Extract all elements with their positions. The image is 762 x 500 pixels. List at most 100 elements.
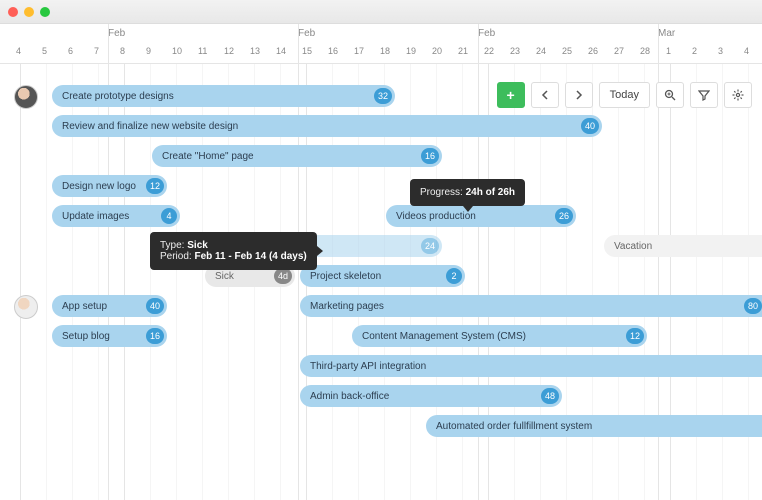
day-label: 25 (562, 46, 572, 56)
day-label: 7 (94, 46, 99, 56)
task-badge: 40 (146, 298, 164, 314)
task-badge: 4 (161, 208, 177, 224)
task-badge: 40 (581, 118, 599, 134)
task-label: Content Management System (CMS) (362, 331, 526, 342)
task-label: App setup (62, 301, 107, 312)
task-label: Create "Home" page (162, 151, 254, 162)
day-label: 1 (666, 46, 671, 56)
day-label: 2 (692, 46, 697, 56)
close-window-dot[interactable] (8, 7, 18, 17)
day-label: 10 (172, 46, 182, 56)
task-bar-api[interactable]: Third-party API integration (300, 355, 762, 377)
zoom-button[interactable] (656, 82, 684, 108)
task-bar-vac[interactable]: Vacation (604, 235, 762, 257)
tooltip-period-value: Feb 11 - Feb 14 (4 days) (194, 251, 306, 262)
day-label: 4 (16, 46, 21, 56)
task-badge: 4d (274, 268, 292, 284)
task-bar-logo[interactable]: Design new logo 12 (52, 175, 167, 197)
day-label: 23 (510, 46, 520, 56)
task-badge: 24 (421, 238, 439, 254)
task-label: Create prototype designs (62, 91, 174, 102)
day-label: 20 (432, 46, 442, 56)
day-label: 16 (328, 46, 338, 56)
task-bar-videos[interactable]: Videos production 26 (386, 205, 576, 227)
task-bar-marketing[interactable]: Marketing pages 80 (300, 295, 762, 317)
minimize-window-dot[interactable] (24, 7, 34, 17)
task-label: Videos production (396, 211, 476, 222)
task-label: Automated order fullfillment system (436, 421, 592, 432)
user-avatar-2[interactable] (14, 295, 38, 319)
day-label: 15 (302, 46, 312, 56)
day-label: 12 (224, 46, 234, 56)
day-label: 18 (380, 46, 390, 56)
today-button[interactable]: Today (599, 82, 650, 108)
maximize-window-dot[interactable] (40, 7, 50, 17)
task-badge: 2 (446, 268, 462, 284)
day-label: 22 (484, 46, 494, 56)
task-label: Third-party API integration (310, 361, 426, 372)
day-label: 14 (276, 46, 286, 56)
task-bar-review[interactable]: Review and finalize new website design 40 (52, 115, 602, 137)
task-bar-home[interactable]: Create "Home" page 16 (152, 145, 442, 167)
tooltip-progress-value: 24h of 26h (466, 187, 515, 198)
add-button[interactable]: + (497, 82, 525, 108)
task-badge: 12 (626, 328, 644, 344)
day-label: 8 (120, 46, 125, 56)
day-label: 24 (536, 46, 546, 56)
day-label: 27 (614, 46, 624, 56)
filter-button[interactable] (690, 82, 718, 108)
task-badge: 48 (541, 388, 559, 404)
day-label: 5 (42, 46, 47, 56)
day-label: 3 (718, 46, 723, 56)
task-badge: 32 (374, 88, 392, 104)
task-label: Review and finalize new website design (62, 121, 238, 132)
window-title-bar (0, 0, 762, 24)
task-label: Sick (215, 271, 234, 282)
task-bar-skeleton[interactable]: Project skeleton 2 (300, 265, 465, 287)
task-badge: 16 (421, 148, 439, 164)
task-bar-images[interactable]: Update images 4 (52, 205, 180, 227)
toolbar: + Today (497, 82, 752, 108)
day-label: 21 (458, 46, 468, 56)
day-label: 11 (198, 46, 207, 56)
task-bar-app[interactable]: App setup 40 (52, 295, 167, 317)
month-label: Feb (298, 28, 315, 39)
task-badge: 80 (744, 298, 762, 314)
task-badge: 12 (146, 178, 164, 194)
task-label: Project skeleton (310, 271, 381, 282)
task-label: Setup blog (62, 331, 110, 342)
month-label: Feb (108, 28, 125, 39)
day-label: 17 (354, 46, 364, 56)
settings-button[interactable] (724, 82, 752, 108)
tooltip-type-label: Type: (160, 240, 184, 251)
day-label: 4 (744, 46, 749, 56)
day-label: 28 (640, 46, 650, 56)
next-button[interactable] (565, 82, 593, 108)
task-bar-prototype[interactable]: Create prototype designs 32 (52, 85, 395, 107)
task-bar-admin[interactable]: Admin back-office 48 (300, 385, 562, 407)
day-label: 19 (406, 46, 416, 56)
timeline-header: FebFebFebMar4567891011121314151617181920… (0, 24, 762, 64)
task-label: Marketing pages (310, 301, 384, 312)
day-label: 9 (146, 46, 151, 56)
task-label: Admin back-office (310, 391, 389, 402)
sick-tooltip: Type: Sick Period: Feb 11 - Feb 14 (4 da… (150, 232, 317, 270)
task-bar-blog[interactable]: Setup blog 16 (52, 325, 167, 347)
day-label: 6 (68, 46, 73, 56)
task-label: Vacation (614, 241, 652, 252)
task-badge: 26 (555, 208, 573, 224)
prev-button[interactable] (531, 82, 559, 108)
tooltip-period-label: Period: (160, 251, 192, 262)
tooltip-type-value: Sick (187, 240, 208, 251)
task-label: Design new logo (62, 181, 136, 192)
day-label: 13 (250, 46, 260, 56)
task-bar-cms[interactable]: Content Management System (CMS) 12 (352, 325, 647, 347)
user-avatar-1[interactable] (14, 85, 38, 109)
tooltip-progress-label: Progress: (420, 187, 463, 198)
month-label: Mar (658, 28, 675, 39)
task-bar-fulfill[interactable]: Automated order fullfillment system (426, 415, 762, 437)
task-label: Update images (62, 211, 129, 222)
task-badge: 16 (146, 328, 164, 344)
progress-tooltip: Progress: 24h of 26h (410, 179, 525, 206)
day-label: 26 (588, 46, 598, 56)
